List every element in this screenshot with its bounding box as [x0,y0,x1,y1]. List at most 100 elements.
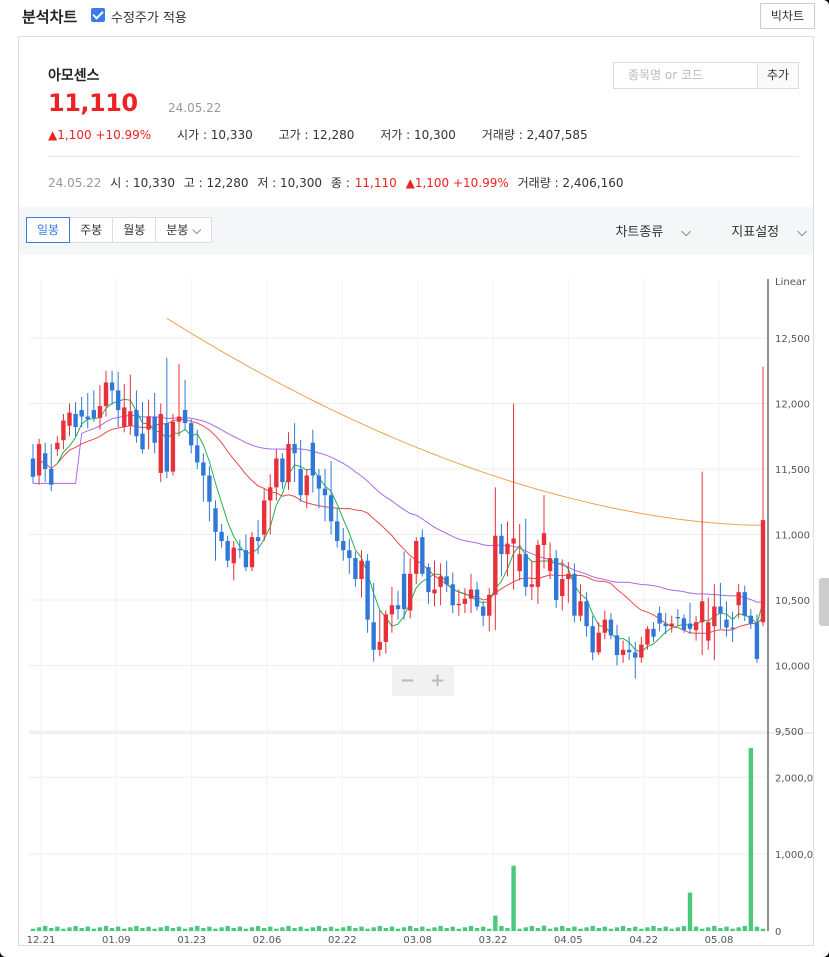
price-tick-label: 10,000 [775,661,810,672]
candle-body [73,413,78,428]
volume-bar [456,928,462,931]
candle-body [274,458,279,488]
candle-body [633,652,638,658]
volume-bar [292,928,297,931]
candle-body [456,603,462,606]
candle-body [517,554,522,572]
volume-tick-label: 0 [775,927,781,938]
candle-body [444,576,449,585]
volume-bar [584,927,589,931]
volume-bar [651,925,656,931]
candle-body [407,573,413,611]
volume-tick-label: 1,000,000 [775,850,813,861]
candle-body [614,635,620,656]
price-date: 24.05.22 [168,101,222,115]
candle-body [201,462,206,476]
candle-body [572,573,577,616]
date-tick-label: 04.22 [629,935,658,945]
volume-bar [742,925,747,931]
volume-bar [359,926,364,931]
volume-bar [560,925,565,931]
volume-bar [620,925,626,931]
candle-body [91,410,97,418]
candle-body [55,442,60,450]
candle-body [389,605,395,615]
price-tick-label: 11,000 [775,530,810,541]
adjusted-price-label[interactable]: 수정주가 적용 [111,7,187,26]
candle-body [699,601,705,623]
volume-bar [219,927,224,931]
candle-body [85,416,90,420]
volume-bar [748,748,754,931]
toolbar-right: 차트종류 ⌵ 지표설정 ⌵ [579,221,807,240]
candle-body [225,541,230,561]
chart-window: 분석차트 수정주가 적용 빅차트 아모센스 11,110 24.05.22 종목… [0,0,829,957]
big-chart-button[interactable]: 빅차트 [759,3,815,29]
tab-monthly[interactable]: 월봉 [112,217,157,243]
date-tick-label: 03.22 [479,935,508,945]
volume-bar [261,928,267,931]
volume-bar [207,926,212,931]
candle-body [401,573,407,610]
zoom-out-button[interactable]: − [400,670,415,691]
side-scroll-handle[interactable] [819,578,829,626]
volume-bar [420,926,425,931]
candle-body [462,598,468,604]
candle-body [687,623,693,629]
candle-body [712,606,717,627]
volume-bar [334,928,340,931]
volume-bar [633,926,638,931]
volume-bar [182,928,188,931]
volume-bar [389,926,395,931]
candle-body [414,541,419,574]
volume-bar [602,926,608,931]
volume-bar [128,927,133,931]
date-tick-label: 02.06 [253,935,282,945]
volume-bar [608,928,614,931]
candle-body [36,444,42,476]
tab-minute-label: 분봉 [166,223,189,237]
tab-weekly[interactable]: 주봉 [69,217,114,243]
candle-body [760,520,766,623]
candle-body [505,543,510,555]
candle-body [754,622,760,659]
adjusted-price-checkbox[interactable] [91,8,105,22]
chart-type-dropdown[interactable]: 차트종류 ⌵ [597,225,691,240]
tab-daily[interactable]: 일봉 [26,217,71,243]
candle-body [523,554,528,587]
candle-body [426,567,431,593]
volume-bar [432,927,437,931]
candle-body [213,508,218,532]
volume-tick-label: 2,000,000 [775,773,813,784]
candle-body [128,411,133,426]
chart-type-label: 차트종류 [615,225,664,240]
indicator-settings-dropdown[interactable]: 지표설정 ⌵ [713,225,807,240]
volume-bar [712,925,717,931]
candle-body [590,626,595,653]
tab-minute[interactable]: 분봉 ⌵ [155,217,213,243]
price-tick-label: 10,500 [775,596,810,607]
candle-body [468,589,474,599]
volume-bar [693,926,699,931]
candle-body [207,475,212,502]
volume-bar [61,928,66,931]
candle-body [30,458,36,477]
volume-bar [274,928,279,931]
volume-bar [140,928,145,931]
candle-body [499,535,504,555]
symbol-search-input[interactable]: 종목명 or 코드 [613,62,758,89]
volume-bar [243,928,249,931]
volume-bar [730,928,735,931]
candle-body [474,589,480,607]
volume-bar [614,927,620,931]
volume-bar [572,926,577,931]
add-button[interactable]: 추가 [758,62,799,89]
candle-body [115,390,121,411]
volume-bar [134,925,139,931]
volume-bar [493,915,498,931]
chevron-down-icon: ⌵ [681,225,692,240]
candle-body [547,558,553,572]
zoom-in-button[interactable]: + [430,670,445,691]
candlestick-chart[interactable]: 12,500 12,000 11,500 11,000 10,500 10,000 9,50… [19,255,813,945]
volume-bar [122,928,127,931]
